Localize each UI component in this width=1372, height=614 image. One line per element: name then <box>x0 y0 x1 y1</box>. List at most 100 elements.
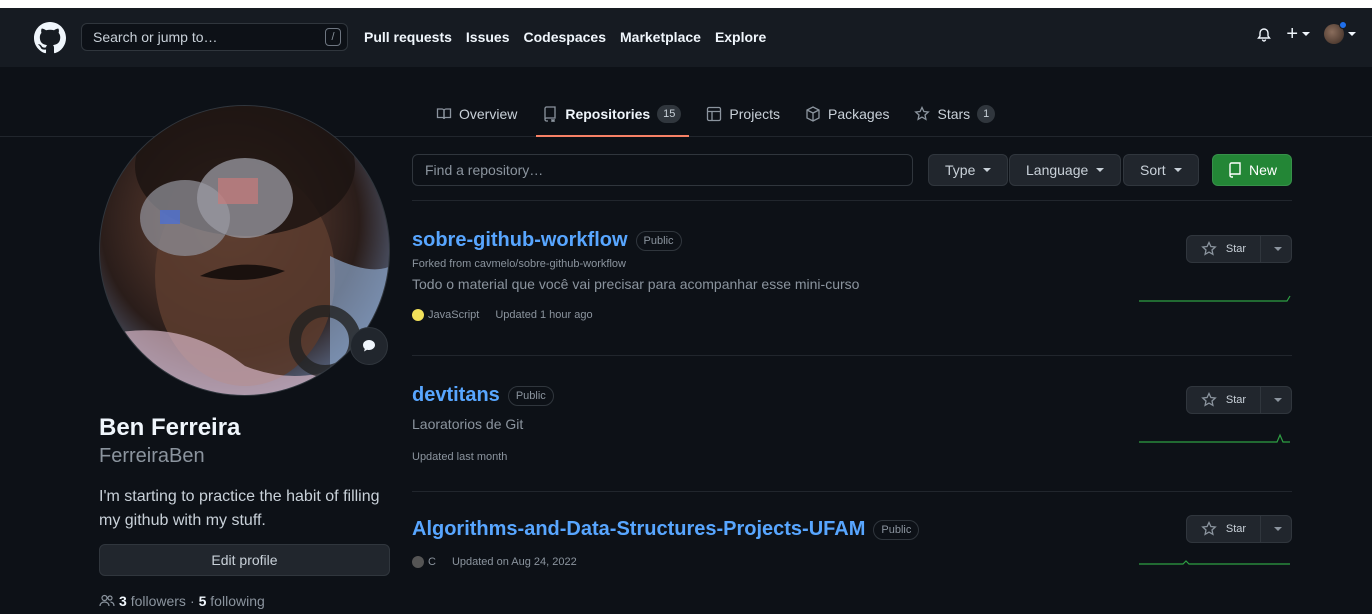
follow-stats: 3 followers · 5 following <box>99 593 265 609</box>
tab-label: Packages <box>828 106 890 122</box>
language-filter-dropdown[interactable]: Language <box>1009 154 1122 186</box>
nav-codespaces[interactable]: Codespaces <box>524 29 606 45</box>
following-link[interactable]: 5 following <box>199 593 265 609</box>
search-shortcut-key: / <box>325 28 341 46</box>
stars-count-badge: 1 <box>977 105 996 123</box>
notifications-bell-icon[interactable] <box>1256 26 1272 42</box>
repo-name-link[interactable]: devtitans <box>412 384 500 407</box>
tab-label: Stars <box>937 106 971 122</box>
tab-packages[interactable]: Packages <box>805 106 889 122</box>
profile-avatar-photo[interactable] <box>99 105 390 396</box>
repo-updated: Updated on Aug 24, 2022 <box>451 556 577 568</box>
repo-icon <box>544 106 557 122</box>
repo-language: C <box>428 556 436 568</box>
chevron-down-icon <box>1173 168 1182 172</box>
chevron-down-icon <box>1274 247 1282 251</box>
chevron-down-icon <box>983 168 992 172</box>
star-lists-dropdown[interactable] <box>1261 247 1291 251</box>
profile-bio: I'm starting to practice the habit of fi… <box>99 488 380 529</box>
followers-label: followers <box>130 593 186 609</box>
nav-explore[interactable]: Explore <box>715 29 766 45</box>
visibility-badge: Public <box>873 519 920 540</box>
tab-stars[interactable]: Stars 1 <box>914 105 996 123</box>
follow-separator: · <box>189 593 195 609</box>
github-logo-icon[interactable] <box>34 22 66 54</box>
activity-sparkline <box>1139 433 1290 443</box>
speech-bubble-icon <box>363 340 375 352</box>
search-placeholder: Search or jump to… <box>93 29 218 45</box>
type-filter-label: Type <box>945 162 976 178</box>
avatar-photo-drawing <box>100 106 389 395</box>
profile-username: FerreiraBen <box>99 445 205 467</box>
visibility-badge: Public <box>635 230 682 251</box>
edit-profile-button[interactable]: Edit profile <box>99 544 390 576</box>
nav-pull-requests[interactable]: Pull requests <box>364 29 452 45</box>
list-divider <box>412 491 1292 492</box>
following-count: 5 <box>198 593 207 609</box>
package-icon <box>806 106 820 122</box>
language-color-dot <box>412 556 424 568</box>
find-repository-input[interactable]: Find a repository… <box>412 154 913 186</box>
star-icon <box>1201 392 1217 407</box>
sort-dropdown[interactable]: Sort <box>1123 154 1199 186</box>
activity-sparkline <box>1139 560 1290 565</box>
tab-label: Projects <box>729 106 780 122</box>
tab-label: Repositories <box>565 106 651 122</box>
star-icon <box>914 106 931 121</box>
repo-name-link[interactable]: sobre-github-workflow <box>412 229 628 252</box>
user-menu[interactable] <box>1324 21 1356 44</box>
star-lists-dropdown[interactable] <box>1261 527 1291 531</box>
set-status-button[interactable] <box>350 327 388 365</box>
type-filter-dropdown[interactable]: Type <box>928 154 1009 186</box>
chevron-down-icon <box>1274 398 1282 402</box>
forked-from-link[interactable]: Forked from cavmelo/sobre-github-workflo… <box>412 258 1292 270</box>
global-nav: Pull requests Issues Codespaces Marketpl… <box>364 29 766 45</box>
following-label: following <box>210 593 265 609</box>
followers-count: 3 <box>119 593 127 609</box>
nav-marketplace[interactable]: Marketplace <box>620 29 701 45</box>
star-lists-dropdown[interactable] <box>1261 398 1291 402</box>
star-label: Star <box>1225 394 1247 406</box>
status-dot <box>1339 21 1347 29</box>
avatar <box>1324 21 1347 44</box>
followers-link[interactable]: 3 followers <box>119 593 186 609</box>
chevron-down-icon <box>1096 168 1105 172</box>
star-icon <box>1201 521 1217 536</box>
profile-full-name: Ben Ferreira <box>99 414 241 441</box>
tab-repositories[interactable]: Repositories 15 <box>536 105 690 137</box>
star-icon <box>1201 241 1217 256</box>
new-button-label: New <box>1248 162 1277 178</box>
chevron-down-icon <box>1274 527 1282 531</box>
create-new-menu[interactable]: + <box>1286 23 1310 45</box>
repo-name-link[interactable]: Algorithms-and-Data-Structures-Projects-… <box>412 518 865 541</box>
tab-projects[interactable]: Projects <box>706 106 780 122</box>
star-toggle[interactable]: Star <box>1187 236 1261 262</box>
top-strip <box>0 0 1372 8</box>
star-label: Star <box>1225 523 1247 535</box>
repo-language: JavaScript <box>428 309 480 321</box>
list-divider <box>412 355 1292 356</box>
chevron-down-icon <box>1302 32 1310 36</box>
global-header: Search or jump to… / Pull requests Issue… <box>0 8 1372 67</box>
language-color-dot <box>412 309 424 321</box>
tab-label: Overview <box>459 106 518 122</box>
table-icon <box>707 106 722 122</box>
star-toggle[interactable]: Star <box>1187 387 1261 413</box>
search-input[interactable]: Search or jump to… / <box>81 23 348 51</box>
activity-sparkline <box>1139 295 1291 302</box>
sort-label: Sort <box>1140 162 1166 178</box>
repo-count-badge: 15 <box>657 105 682 123</box>
tab-overview[interactable]: Overview <box>436 106 517 122</box>
book-icon <box>436 108 452 120</box>
star-label: Star <box>1225 243 1247 255</box>
star-toggle[interactable]: Star <box>1187 516 1261 542</box>
repo-updated: Updated 1 hour ago <box>495 309 593 321</box>
list-divider <box>412 200 1292 201</box>
star-button[interactable]: Star <box>1186 515 1292 543</box>
star-button[interactable]: Star <box>1186 235 1292 263</box>
new-repository-button[interactable]: New <box>1212 154 1292 186</box>
star-button[interactable]: Star <box>1186 386 1292 414</box>
nav-issues[interactable]: Issues <box>466 29 510 45</box>
visibility-badge: Public <box>507 385 554 406</box>
plus-icon: + <box>1286 23 1298 45</box>
